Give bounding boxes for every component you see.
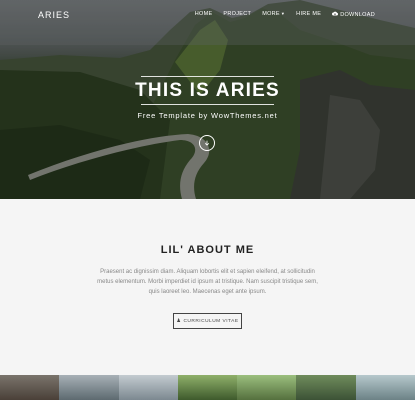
hero-title-frame: THIS IS ARIES [135, 76, 279, 105]
nav-item-home[interactable]: HOME [195, 11, 213, 18]
nav-item-download-label: DOWNLOAD [340, 12, 375, 18]
user-icon: ♟ [176, 318, 182, 324]
gallery-image[interactable] [118, 375, 178, 400]
cloud-download-icon [332, 11, 339, 18]
brand-logo[interactable]: ARIES [38, 10, 70, 20]
nav-menu: HOME PROJECT MORE▼ HIRE ME DOWNLOAD [195, 11, 375, 18]
hero-subtitle: Free Template by WowThemes.net [137, 111, 278, 120]
curriculum-vitae-label: CURRICULUM VITAE [183, 318, 239, 324]
curriculum-vitae-button[interactable]: ♟ CURRICULUM VITAE [173, 313, 242, 329]
gallery-image[interactable] [177, 375, 238, 400]
gallery-strip [0, 375, 415, 400]
about-text: Praesent ac dignissim diam. Aliquam lobo… [97, 269, 318, 295]
about-section: LIL' ABOUT ME Praesent ac dignissim diam… [0, 199, 415, 375]
nav-item-more-label: MORE [262, 11, 280, 17]
scroll-down-button[interactable] [199, 135, 215, 151]
gallery-image[interactable] [296, 375, 356, 400]
hero-title: THIS IS ARIES [135, 79, 280, 101]
nav-item-hire-me[interactable]: HIRE ME [296, 11, 321, 18]
about-title: LIL' ABOUT ME [160, 244, 255, 256]
gallery-image[interactable] [0, 375, 60, 400]
top-navigation: ARIES HOME PROJECT MORE▼ HIRE ME DOWNLOA… [0, 0, 415, 30]
gallery-image[interactable] [237, 375, 297, 400]
nav-item-more[interactable]: MORE▼ [262, 11, 285, 18]
arrow-down-icon [204, 140, 210, 146]
caret-down-icon: ▼ [280, 11, 286, 16]
hero-section: ARIES HOME PROJECT MORE▼ HIRE ME DOWNLOA… [0, 0, 415, 199]
nav-item-project[interactable]: PROJECT [223, 11, 251, 18]
gallery-image[interactable] [59, 375, 119, 400]
nav-item-download[interactable]: DOWNLOAD [332, 11, 375, 18]
gallery-image[interactable] [355, 375, 415, 400]
